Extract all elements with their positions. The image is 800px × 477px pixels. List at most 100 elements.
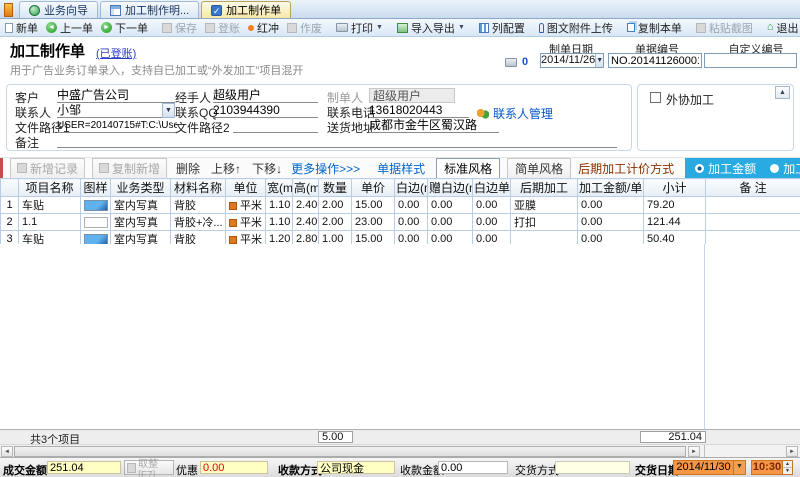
note-cell[interactable] — [706, 214, 800, 231]
custom-no-input[interactable] — [704, 53, 797, 68]
edge-cell[interactable]: 0.00 — [395, 214, 428, 231]
more-actions-link[interactable]: 更多操作>>> — [291, 160, 360, 177]
posted-status-link[interactable]: (已登账) — [96, 45, 136, 61]
edge-cell[interactable]: 0.00 — [395, 197, 428, 214]
wizard-icon — [29, 5, 40, 16]
price-by-amount-radio[interactable]: 加工金额 — [695, 160, 756, 177]
summary-row: 共3个项目 5.00 251.04 — [0, 429, 800, 444]
qty-cell[interactable]: 2.00 — [319, 214, 352, 231]
biz-type-cell[interactable]: 室内写真 — [111, 214, 171, 231]
print-button[interactable]: 打印▼ — [334, 20, 385, 36]
new-order-button[interactable]: 新单 — [3, 20, 40, 36]
price-cell[interactable]: 23.00 — [352, 214, 395, 231]
next-order-button[interactable]: ►下一单 — [99, 20, 150, 36]
chevron-down-icon[interactable]: ▼ — [162, 103, 175, 118]
width-cell[interactable]: 1.10 — [266, 197, 293, 214]
time-spinner-buttons[interactable]: ▲ ▼ — [782, 461, 792, 474]
spinner-up-icon[interactable]: ▲ — [783, 461, 792, 468]
collapse-panel-button[interactable]: ▲ — [775, 86, 790, 99]
note-field[interactable] — [57, 133, 617, 148]
height-cell[interactable]: 2.40 — [293, 197, 319, 214]
material-cell[interactable]: 背胶 — [171, 197, 226, 214]
exit-button[interactable]: ⌂退出 — [765, 20, 800, 36]
col-note: 备 注 — [706, 179, 800, 197]
arrow-left-icon: ◄ — [46, 22, 57, 33]
maker-field: 超级用户 — [369, 88, 455, 103]
gift-edge-cell[interactable]: 0.00 — [428, 214, 473, 231]
column-config-button[interactable]: 列配置 — [477, 20, 527, 36]
red-reverse-button[interactable]: 红冲 — [246, 20, 281, 36]
delete-row-button[interactable]: 删除 — [174, 159, 202, 178]
unit-cell[interactable]: 平米 — [226, 214, 266, 231]
height-cell[interactable]: 2.40 — [293, 214, 319, 231]
pay-method-label: 收款方式 — [278, 462, 322, 477]
post-process-cell[interactable]: 打扣 — [511, 214, 578, 231]
edge-price-cell[interactable]: 0.00 — [473, 214, 511, 231]
deal-amount-input[interactable] — [47, 461, 121, 474]
round-button[interactable]: 取整[F7] — [124, 460, 174, 475]
tab-process-detail[interactable]: 加工制作明... — [100, 1, 199, 18]
tab-label: 加工制作单 — [226, 2, 281, 18]
paste-screenshot-button[interactable]: 粘贴截图 — [694, 20, 755, 36]
spinner-down-icon[interactable]: ▼ — [783, 468, 792, 474]
scroll-left-button[interactable]: ◄ — [1, 446, 13, 457]
move-down-button[interactable]: 下移↓ — [250, 159, 284, 178]
price-cell[interactable]: 15.00 — [352, 197, 395, 214]
post-amount-cell[interactable]: 0.00 — [578, 197, 644, 214]
price-by-unit-radio[interactable]: 加工单价 — [770, 160, 800, 177]
thumbnail-cell[interactable] — [81, 197, 111, 214]
customer-field[interactable]: 中盛广告公司 — [57, 88, 175, 103]
prev-order-button[interactable]: ◄上一单 — [44, 20, 95, 36]
pay-method-input[interactable] — [317, 461, 395, 474]
doc-no-input[interactable] — [608, 53, 702, 68]
tab-process-order[interactable]: ✓ 加工制作单 — [201, 1, 291, 18]
unit-cell[interactable]: 平米 — [226, 197, 266, 214]
biz-type-cell[interactable]: 室内写真 — [111, 197, 171, 214]
qq-field[interactable]: 2103944390 — [213, 103, 318, 118]
address-field[interactable]: 成都市金牛区蜀汉路 — [369, 118, 499, 133]
chevron-down-icon[interactable]: ▼ — [733, 461, 745, 474]
discount-input[interactable] — [200, 461, 268, 474]
add-record-button[interactable]: 新增记录 — [10, 158, 85, 179]
contact-combo[interactable]: 小邹 ▼ — [57, 103, 175, 118]
path1-field[interactable]: USER=20140715#T:C:\Users — [57, 118, 177, 133]
scrollbar-thumb[interactable] — [14, 446, 686, 457]
post-account-button[interactable]: 登账 — [203, 20, 242, 36]
qty-cell[interactable]: 2.00 — [319, 197, 352, 214]
width-cell[interactable]: 1.10 — [266, 214, 293, 231]
scroll-right-button[interactable]: ► — [688, 446, 700, 457]
post-amount-cell[interactable]: 0.00 — [578, 214, 644, 231]
material-cell[interactable]: 背胶+冷... — [171, 214, 226, 231]
horizontal-scrollbar[interactable]: ◄ ► ► — [0, 444, 800, 457]
delivery-time-spinner[interactable]: 10:30 ▲ ▼ — [751, 460, 793, 475]
tab-business-wizard[interactable]: 业务向导 — [19, 1, 98, 18]
note-scroll-right-button[interactable]: ► — [786, 446, 798, 457]
phone-field[interactable]: 13618020443 — [369, 103, 469, 118]
delivery-date-combo[interactable]: 2014/11/30 ▼ — [673, 460, 746, 475]
chevron-down-icon[interactable]: ▼ — [595, 54, 603, 67]
simple-style-button[interactable]: 简单风格 — [507, 158, 571, 179]
gift-edge-cell[interactable]: 0.00 — [428, 197, 473, 214]
delivery-method-input[interactable] — [555, 461, 630, 474]
path2-field[interactable] — [233, 118, 318, 133]
doc-style-link[interactable]: 单据样式 — [377, 160, 425, 177]
standard-style-button[interactable]: 标准风格 — [436, 158, 500, 179]
void-button[interactable]: 作废 — [285, 20, 324, 36]
agent-field[interactable]: 超级用户 — [213, 88, 318, 103]
import-export-button[interactable]: 导入导出▼ — [395, 20, 467, 36]
item-name-cell[interactable]: 1.1 — [19, 214, 81, 231]
attachment-upload-button[interactable]: 图文附件上传 — [537, 20, 615, 36]
note-cell[interactable] — [706, 197, 800, 214]
red-circle-icon — [248, 25, 254, 31]
item-name-cell[interactable]: 车贴 — [19, 197, 81, 214]
thumbnail-cell[interactable] — [81, 214, 111, 231]
outsource-checkbox[interactable] — [650, 92, 661, 103]
post-process-cell[interactable]: 亚膜 — [511, 197, 578, 214]
make-date-combo[interactable]: 2014/11/26 ▼ — [540, 53, 604, 68]
save-button[interactable]: 保存 — [160, 20, 199, 36]
copy-add-button[interactable]: 复制新增 — [92, 158, 167, 179]
move-up-button[interactable]: 上移↑ — [209, 159, 243, 178]
received-input[interactable] — [438, 461, 508, 474]
edge-price-cell[interactable]: 0.00 — [473, 197, 511, 214]
copy-order-button[interactable]: 复制本单 — [625, 20, 684, 36]
